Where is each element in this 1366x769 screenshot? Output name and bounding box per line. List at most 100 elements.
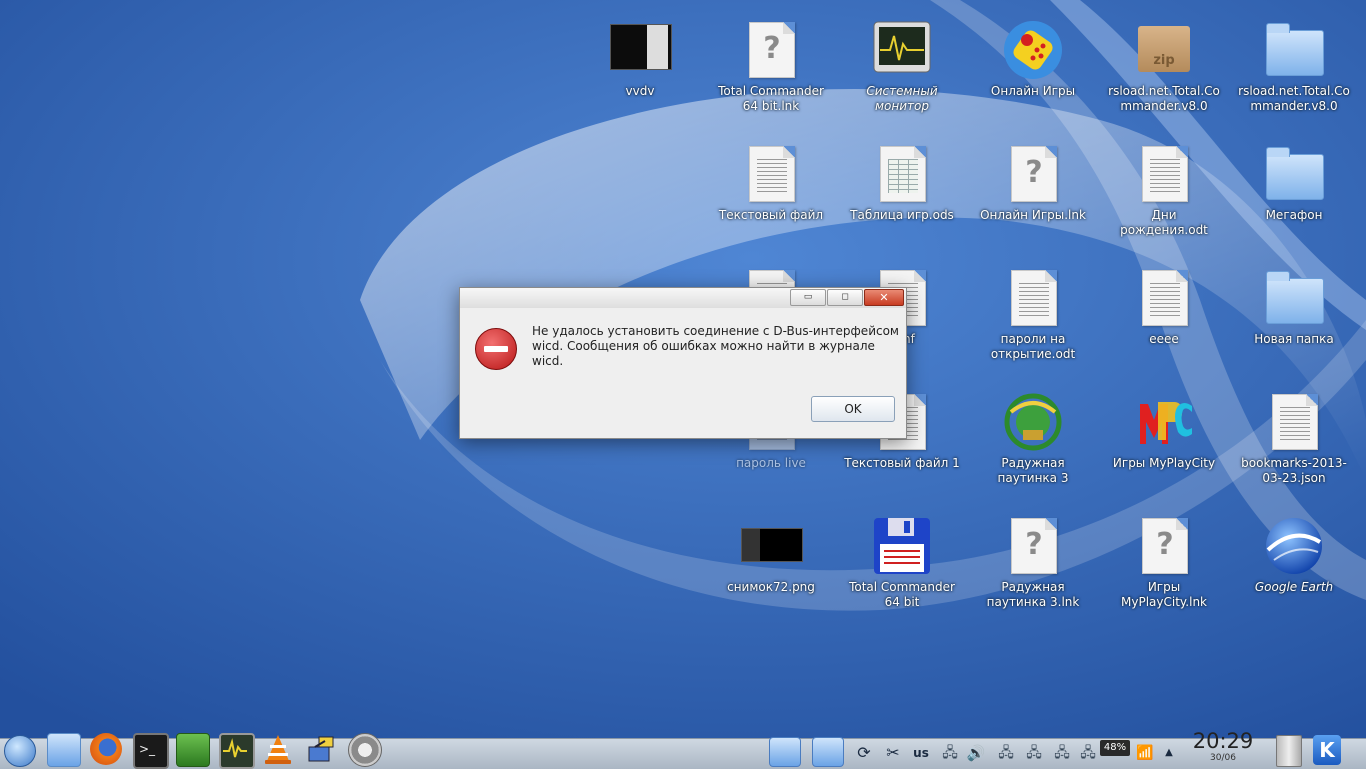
desktop-icon-label: Таблица игр.ods	[850, 208, 954, 222]
desktop-icon-online-games[interactable]: Онлайн Игры	[975, 20, 1091, 99]
network-disconnected-icon[interactable]: 🖧	[938, 741, 962, 765]
settings-icon[interactable]	[348, 733, 382, 767]
trash-icon[interactable]	[1276, 735, 1302, 767]
desktop-icon-total-commander-lnk[interactable]: ? Total Commander 64 bit.lnk	[713, 20, 829, 114]
desktop-icon-label: rsload.net.Total.Commander.v8.0	[1108, 84, 1220, 113]
unknown-file-icon: ?	[1011, 518, 1057, 574]
myplaycity-icon	[1140, 402, 1192, 444]
battery-indicator[interactable]: 48%	[1100, 740, 1130, 756]
keyboard-layout-indicator[interactable]: us	[910, 741, 932, 765]
desktop-icon-label: Дни рождения.odt	[1120, 208, 1208, 237]
kde-logo-icon[interactable]: K	[1313, 735, 1341, 765]
desktop-icon-label: rsload.net.Total.Commander.v8.0	[1238, 84, 1350, 113]
dialog-titlebar[interactable]: ▭ ◻ ✕	[460, 288, 906, 308]
folder-icon	[1266, 147, 1324, 200]
desktop-icon-label: bookmarks-2013-03-23.json	[1241, 456, 1347, 485]
network-icon[interactable]: 🖧	[1050, 741, 1074, 765]
desktop-icon-online-games-lnk[interactable]: ? Онлайн Игры.lnk	[975, 144, 1091, 223]
desktop-icon-vvdv[interactable]: vvdv	[582, 20, 698, 99]
clock-date[interactable]: 30/06	[1192, 753, 1254, 763]
desktop-icon-label: Текстовый файл 1	[844, 456, 960, 470]
desktop-icon-label: vvdv	[625, 84, 655, 98]
network-disconnected-icon[interactable]: 🖧	[1022, 741, 1046, 765]
error-dialog: ▭ ◻ ✕ Не удалось установить соединение с…	[459, 287, 907, 439]
vlc-icon[interactable]	[262, 733, 294, 765]
desktop-icon-text-file[interactable]: Текстовый файл	[713, 144, 829, 223]
close-button[interactable]: ✕	[864, 289, 904, 306]
folder-view-icon[interactable]	[812, 737, 844, 767]
folder-icon	[1266, 23, 1324, 76]
desktop-icon-label: пароль live	[736, 456, 806, 470]
desktop-icon-megafon[interactable]: Мегафон	[1236, 144, 1352, 223]
desktop-icon-games-table[interactable]: Таблица игр.ods	[844, 144, 960, 223]
network-icon[interactable]: 🖧	[1076, 741, 1100, 765]
close-icon: ✕	[879, 291, 889, 304]
desktop-icon-label: снимок72.png	[727, 580, 815, 594]
desktop-icon-bookmarks-json[interactable]: bookmarks-2013-03-23.json	[1236, 392, 1352, 486]
folder-view-icon[interactable]	[769, 737, 801, 767]
desktop-icon-myplaycity[interactable]: Игры MyPlayCity	[1106, 392, 1222, 471]
terminal-icon[interactable]: >_	[133, 733, 169, 769]
video-editor-icon[interactable]	[176, 733, 210, 767]
google-earth-icon	[1266, 518, 1322, 574]
desktop-icon-label: Google Earth	[1254, 580, 1334, 594]
desktop-icon-label: Total Commander 64 bit.lnk	[718, 84, 824, 113]
desktop-icon-system-monitor[interactable]: Системный монитор	[844, 20, 960, 114]
screenshot-thumbnail-icon	[610, 24, 672, 70]
desktop-icon-passwords[interactable]: пароли на открытие.odt	[975, 268, 1091, 362]
sync-icon[interactable]: ⟳	[852, 741, 876, 765]
desktop-icon-label: eeee	[1149, 332, 1179, 346]
file-manager-icon[interactable]	[47, 733, 81, 767]
screenshot-thumbnail-icon	[741, 528, 803, 562]
desktop-icon-total-commander[interactable]: Total Commander 64 bit	[844, 516, 960, 610]
desktop-icon-label: Текстовый файл	[718, 208, 824, 222]
spreadsheet-icon	[880, 146, 926, 202]
desktop-icon-rsload-folder[interactable]: rsload.net.Total.Commander.v8.0	[1236, 20, 1352, 114]
unknown-file-icon: ?	[1142, 518, 1188, 574]
document-icon	[1142, 146, 1188, 202]
text-file-icon	[749, 146, 795, 202]
network-manager-icon[interactable]	[305, 733, 337, 765]
tray-expand-icon[interactable]: ▲	[1160, 741, 1178, 765]
ok-button[interactable]: OK	[811, 396, 895, 422]
desktop-icon-rainbow-web-lnk[interactable]: ? Радужная паутинка 3.lnk	[975, 516, 1091, 610]
desktop-icon-eeee[interactable]: eeee	[1106, 268, 1222, 347]
network-icon[interactable]: 🖧	[994, 741, 1018, 765]
system-monitor-icon[interactable]	[219, 733, 255, 769]
error-icon	[475, 328, 517, 370]
maximize-button[interactable]: ◻	[827, 289, 863, 306]
desktop-icon-myplaycity-lnk[interactable]: ? Игры MyPlayCity.lnk	[1106, 516, 1222, 610]
desktop-icon-rainbow-web[interactable]: Радужная паутинка 3	[975, 392, 1091, 486]
dialog-message: Не удалось установить соединение с D-Bus…	[532, 324, 899, 368]
desktop-icon-label: Радужная паутинка 3	[997, 456, 1069, 485]
desktop-icon-google-earth[interactable]: Google Earth	[1236, 516, 1352, 595]
system-monitor-icon	[873, 21, 931, 73]
floppy-disk-icon	[874, 518, 930, 574]
text-file-icon	[1142, 270, 1188, 326]
document-icon	[1011, 270, 1057, 326]
games-app-icon	[1004, 21, 1062, 79]
desktop-icon-label: Мегафон	[1265, 208, 1323, 222]
desktop-icon-label: пароли на открытие.odt	[990, 332, 1076, 361]
wifi-icon[interactable]: 📶	[1134, 741, 1156, 765]
desktop-icon-label: Радужная паутинка 3.lnk	[986, 580, 1080, 609]
desktop-icon-birthdays[interactable]: Дни рождения.odt	[1106, 144, 1222, 238]
minimize-icon: ▭	[803, 292, 813, 302]
rainbow-web-game-icon	[1004, 393, 1062, 451]
desktop-icon-snimok72[interactable]: снимок72.png	[713, 516, 829, 595]
minimize-button[interactable]: ▭	[790, 289, 826, 306]
volume-icon[interactable]: 🔊	[964, 741, 988, 765]
desktop-icon-rsload-zip[interactable]: zip rsload.net.Total.Commander.v8.0	[1106, 20, 1222, 114]
desktop-icon-new-folder[interactable]: Новая папка	[1236, 268, 1352, 347]
zip-archive-icon: zip	[1138, 26, 1190, 72]
unknown-file-icon: ?	[749, 22, 795, 78]
scissors-icon[interactable]: ✂	[882, 741, 904, 765]
desktop-icon-label: Total Commander 64 bit	[849, 580, 955, 609]
desktop-icon-label: Игры MyPlayCity	[1112, 456, 1216, 470]
application-menu-icon[interactable]	[4, 735, 36, 767]
folder-icon	[1266, 271, 1324, 324]
desktop-icon-label: Системный монитор	[866, 84, 938, 113]
firefox-icon[interactable]	[90, 733, 122, 765]
desktop-icon-label: Онлайн Игры	[990, 84, 1076, 98]
clock-time[interactable]: 20:29	[1192, 729, 1254, 753]
